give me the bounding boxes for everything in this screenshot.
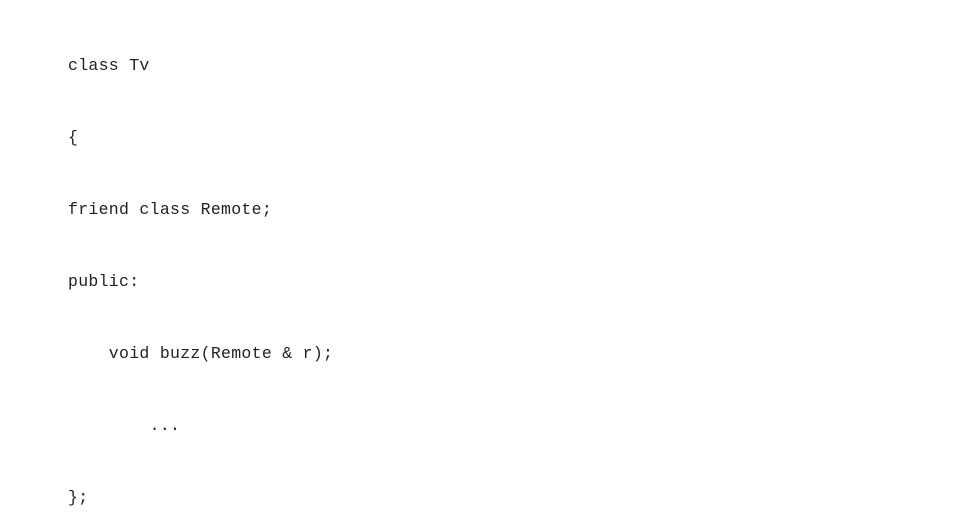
code-line: { — [68, 126, 934, 150]
code-line: class Tv — [68, 54, 934, 78]
page-content: class Tv { friend class Remote; public: … — [0, 0, 962, 528]
code-line: void buzz(Remote & r); — [68, 342, 934, 366]
code-line: public: — [68, 270, 934, 294]
code-listing: class Tv { friend class Remote; public: … — [28, 6, 934, 528]
code-line: }; — [68, 486, 934, 510]
code-line: ... — [68, 414, 934, 438]
code-line: friend class Remote; — [68, 198, 934, 222]
